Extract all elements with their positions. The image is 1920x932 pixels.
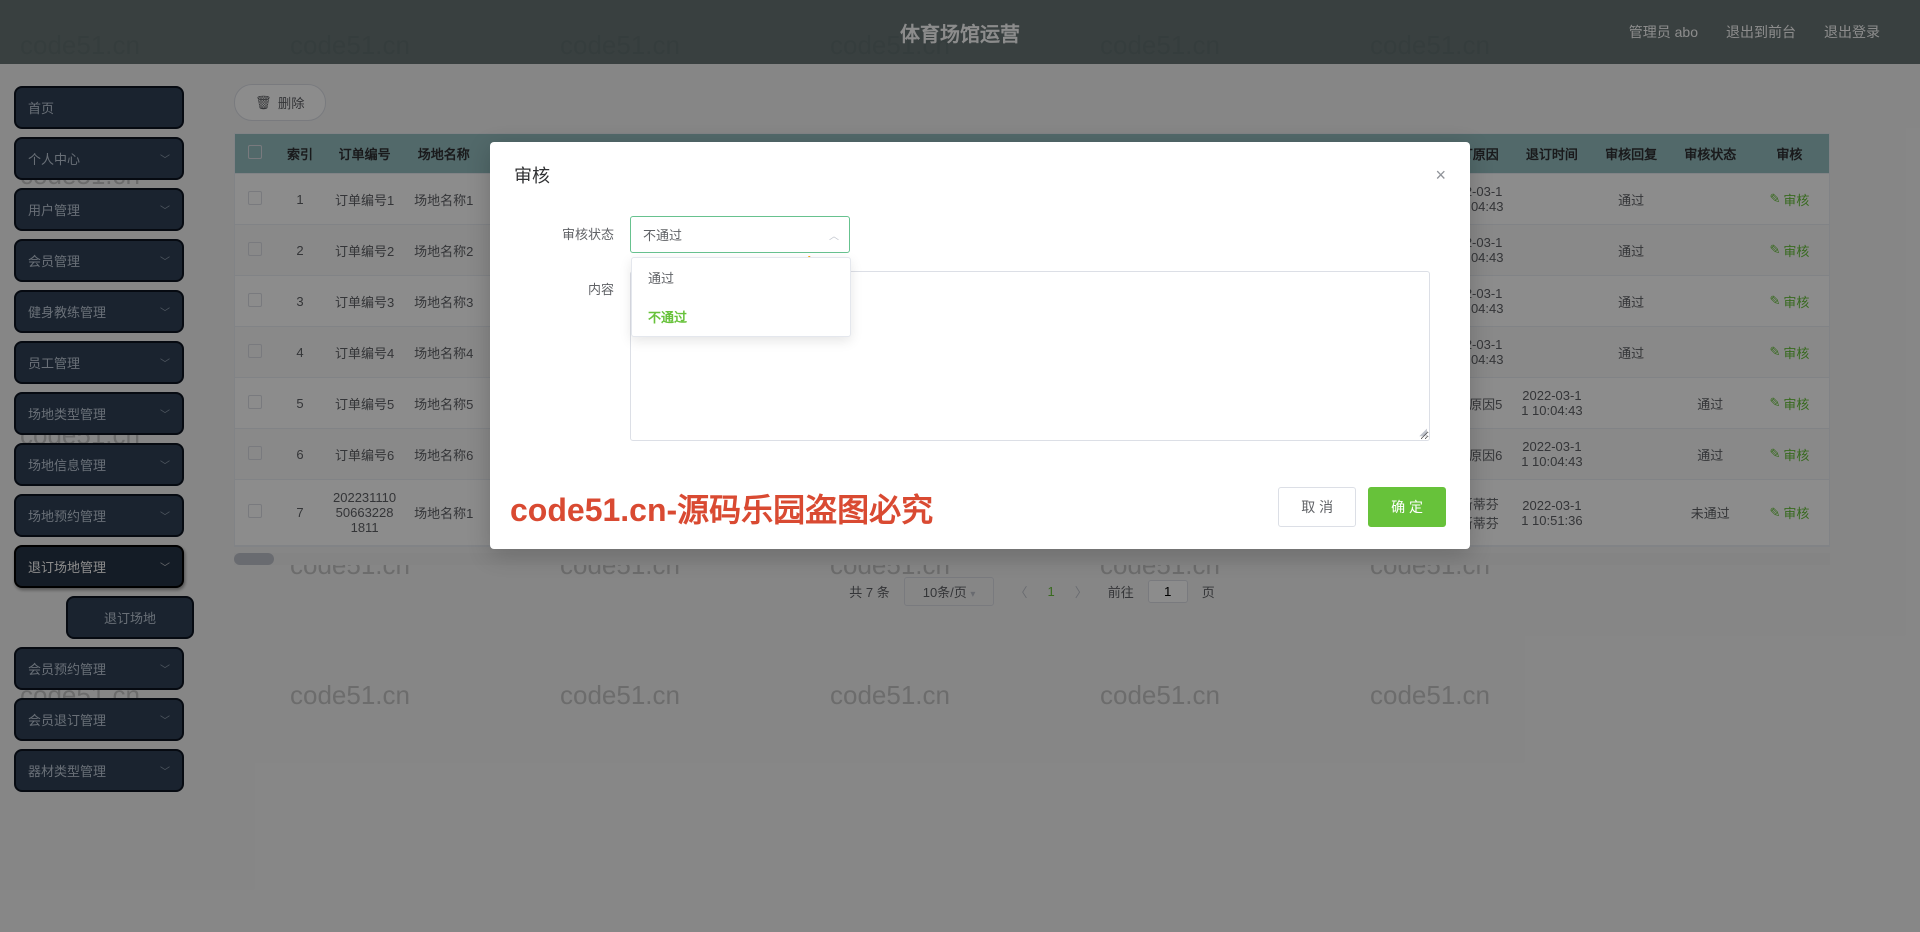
option-pass[interactable]: 通过 xyxy=(632,258,850,297)
close-icon[interactable]: × xyxy=(1435,165,1446,186)
option-fail[interactable]: 不通过 xyxy=(632,297,850,336)
resize-handle-icon: ◢ xyxy=(1419,427,1427,438)
status-select[interactable]: 不通过 ︿ 👆 通过 不通过 xyxy=(630,216,850,253)
status-dropdown: 通过 不通过 xyxy=(631,257,851,337)
confirm-button[interactable]: 确 定 xyxy=(1368,487,1446,527)
chevron-up-icon: ︿ xyxy=(829,227,839,242)
cancel-button[interactable]: 取 消 xyxy=(1278,487,1356,527)
status-label: 审核状态 xyxy=(530,216,630,243)
big-watermark: code51.cn-源码乐园盗图必究 xyxy=(510,485,933,531)
content-label: 内容 xyxy=(530,271,630,298)
dialog-title: 审核 xyxy=(514,162,550,188)
